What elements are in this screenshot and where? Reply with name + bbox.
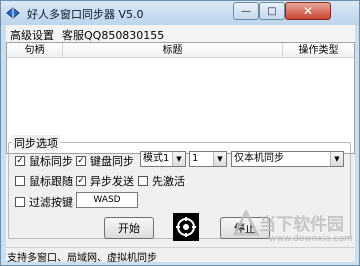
start-button[interactable]: 开始 bbox=[104, 217, 154, 239]
column-handle[interactable]: 句柄 bbox=[7, 43, 63, 58]
keyboard-sync-checkbox[interactable]: ✓ 键盘同步 bbox=[76, 153, 134, 169]
menu-bar: 高级设置 客服QQ850830155 bbox=[6, 25, 355, 42]
mouse-sync-checkbox[interactable]: ✓ 鼠标同步 bbox=[15, 153, 73, 169]
client-area: 高级设置 客服QQ850830155 句柄 标题 操作类型 同步选项 ✓ 鼠标同… bbox=[6, 25, 355, 264]
checkbox-label: 键盘同步 bbox=[90, 155, 134, 168]
column-title[interactable]: 标题 bbox=[63, 43, 283, 58]
stop-button[interactable]: 停止 bbox=[220, 217, 270, 239]
checkbox-label: 过滤按键 bbox=[29, 196, 73, 209]
mouse-follow-checkbox[interactable]: 鼠标跟随 bbox=[15, 173, 73, 189]
checkbox-box: ✓ bbox=[76, 175, 86, 186]
minimize-button[interactable]: — bbox=[233, 2, 259, 20]
activate-first-checkbox[interactable]: 先激活 bbox=[138, 173, 185, 189]
gear-logo-icon bbox=[173, 213, 199, 241]
checkbox-box bbox=[15, 176, 25, 186]
status-text: 支持多窗口、局域网、虚拟机同步 bbox=[7, 253, 157, 264]
column-operation-type[interactable]: 操作类型 bbox=[283, 43, 354, 58]
async-send-checkbox[interactable]: ✓ 异步发送 bbox=[76, 173, 134, 189]
close-button[interactable]: ✕ bbox=[285, 2, 331, 20]
checkbox-box: ✓ bbox=[15, 155, 25, 166]
checkbox-box bbox=[15, 197, 25, 207]
mode-select-value: 模式1 bbox=[143, 153, 170, 164]
checkbox-label: 异步发送 bbox=[90, 175, 134, 188]
maximize-button[interactable]: □ bbox=[259, 2, 285, 20]
group-label: 同步选项 bbox=[12, 135, 60, 151]
title-bar[interactable]: 好人多窗口同步器 V5.0 — □ ✕ bbox=[1, 1, 359, 25]
chevron-down-icon: ▼ bbox=[172, 152, 185, 166]
filter-keys-checkbox[interactable]: 过滤按键 bbox=[15, 194, 73, 210]
checkbox-label: 鼠标跟随 bbox=[29, 175, 73, 188]
window-title: 好人多窗口同步器 V5.0 bbox=[27, 8, 144, 21]
chevron-down-icon: ▼ bbox=[213, 152, 226, 166]
app-window: 好人多窗口同步器 V5.0 — □ ✕ 高级设置 客服QQ850830155 句… bbox=[0, 0, 360, 266]
filter-keys-input[interactable]: WASD bbox=[76, 192, 138, 208]
checkbox-label: 鼠标同步 bbox=[29, 155, 73, 168]
checkbox-box bbox=[138, 176, 148, 186]
menu-advanced-settings[interactable]: 高级设置 bbox=[10, 27, 54, 43]
chevron-down-icon: ▼ bbox=[330, 152, 343, 166]
checkbox-box: ✓ bbox=[76, 155, 86, 166]
count-select[interactable]: 1 ▼ bbox=[189, 151, 227, 167]
sync-scope-select[interactable]: 仅本机同步 ▼ bbox=[231, 151, 344, 167]
app-icon bbox=[6, 7, 20, 19]
menu-support-qq[interactable]: 客服QQ850830155 bbox=[62, 27, 164, 43]
sync-scope-value: 仅本机同步 bbox=[234, 153, 284, 164]
count-select-value: 1 bbox=[192, 153, 199, 164]
checkbox-label: 先激活 bbox=[152, 175, 185, 188]
mode-select[interactable]: 模式1 ▼ bbox=[140, 151, 186, 167]
list-header: 句柄 标题 操作类型 bbox=[7, 43, 354, 58]
status-bar: 支持多窗口、局域网、虚拟机同步 bbox=[6, 247, 355, 264]
